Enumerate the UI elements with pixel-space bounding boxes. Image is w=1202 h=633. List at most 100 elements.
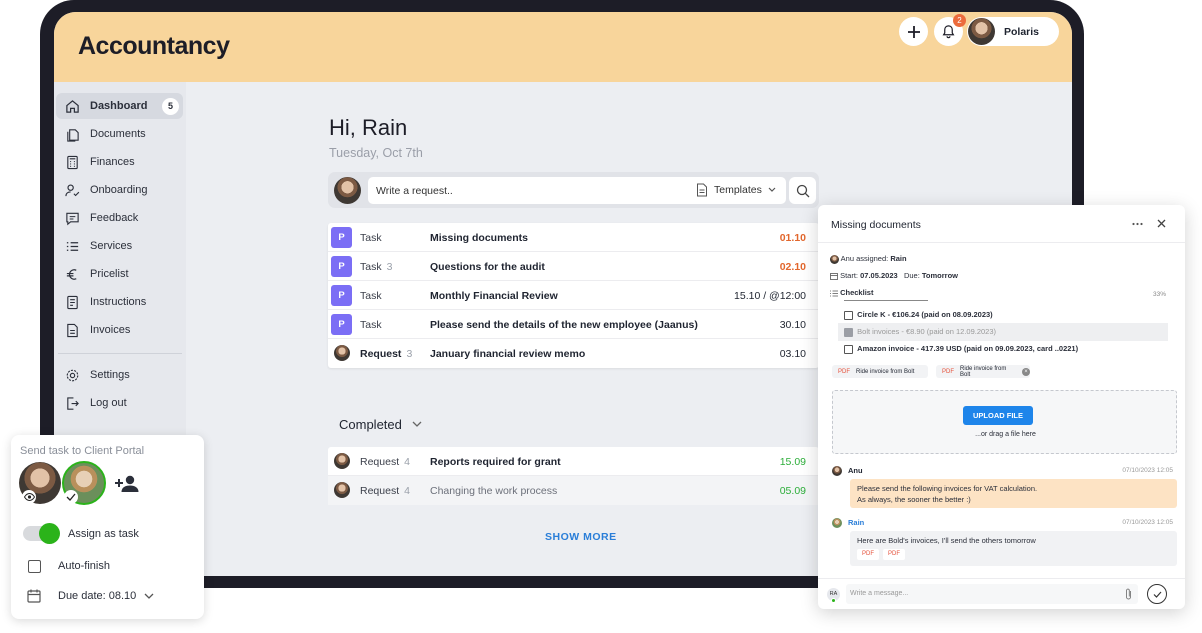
completed-toggle[interactable]: Completed bbox=[339, 417, 422, 432]
checkbox[interactable] bbox=[844, 310, 853, 320]
sidebar-item-services[interactable]: Services bbox=[56, 233, 183, 259]
toggle-knob bbox=[39, 523, 60, 544]
attachment-chip[interactable]: PDF bbox=[883, 549, 905, 560]
remove-attachment-icon[interactable]: × bbox=[1022, 367, 1030, 376]
message-time: 07/10/2023 12:05 bbox=[1122, 467, 1173, 474]
sidebar-item-pricelist[interactable]: Pricelist bbox=[56, 261, 183, 287]
request-input[interactable]: Write a request.. Templates bbox=[368, 177, 786, 204]
sidebar-item-feedback[interactable]: Feedback bbox=[56, 205, 183, 231]
priority-badge: P bbox=[331, 227, 352, 248]
drag-hint: ...or drag a file here bbox=[975, 431, 1036, 438]
sidebar-item-label: Log out bbox=[90, 397, 127, 409]
avatar bbox=[334, 482, 350, 498]
add-user-icon[interactable] bbox=[115, 475, 139, 493]
sidebar-item-settings[interactable]: Settings bbox=[56, 362, 183, 388]
checkbox[interactable] bbox=[844, 344, 853, 354]
table-row[interactable]: Request 4 Changing the work process 05.09 bbox=[328, 476, 819, 505]
sidebar-item-onboarding[interactable]: Onboarding bbox=[56, 177, 183, 203]
sidebar-item-dashboard[interactable]: Dashboard 5 bbox=[56, 93, 183, 119]
invoice-icon bbox=[64, 322, 80, 338]
assign-as-task-toggle[interactable] bbox=[23, 523, 60, 544]
message-input[interactable]: Write a message... bbox=[846, 584, 1138, 604]
avatar bbox=[334, 345, 350, 361]
checklist-item[interactable]: Circle K - €106.24 (paid on 08.09.2023) bbox=[844, 310, 993, 320]
table-row[interactable]: P Task Please send the details of the ne… bbox=[328, 310, 819, 339]
task-type: Task bbox=[360, 232, 382, 244]
message-placeholder: Write a message... bbox=[850, 590, 909, 597]
sidebar-item-invoices[interactable]: Invoices bbox=[56, 317, 183, 343]
euro-icon bbox=[64, 266, 80, 282]
sidebar-item-label: Dashboard bbox=[90, 100, 148, 112]
show-more-button[interactable]: SHOW MORE bbox=[545, 531, 617, 543]
templates-dropdown[interactable]: Templates bbox=[696, 183, 776, 197]
task-type: Task bbox=[360, 290, 382, 302]
task-title: Missing documents bbox=[430, 232, 529, 244]
search-button[interactable] bbox=[789, 177, 816, 204]
greeting: Hi, Rain bbox=[329, 115, 408, 140]
current-date: Tuesday, Oct 7th bbox=[329, 146, 423, 160]
avatar bbox=[832, 466, 842, 476]
chevron-down-icon bbox=[768, 187, 776, 192]
app-title: Accountancy bbox=[78, 32, 230, 60]
sidebar-item-label: Pricelist bbox=[90, 268, 129, 280]
client-portal-card: Send task to Client Portal Assign as tas… bbox=[11, 435, 204, 619]
sidebar-item-documents[interactable]: Documents bbox=[56, 121, 183, 147]
checklist-item[interactable]: Bolt invoices - €8.90 (paid on 12.09.202… bbox=[844, 327, 996, 337]
more-options-icon[interactable] bbox=[1132, 222, 1143, 226]
sidebar-item-logout[interactable]: Log out bbox=[56, 390, 183, 416]
request-placeholder: Write a request.. bbox=[376, 185, 453, 197]
panel-header: Missing documents bbox=[818, 205, 1185, 243]
notifications-button[interactable]: 2 bbox=[934, 14, 966, 46]
due-date-dropdown[interactable]: Due date: 08.10 bbox=[58, 590, 154, 602]
attachment-chip[interactable]: PDF bbox=[857, 549, 879, 560]
task-due-date: 15.10 / @12:00 bbox=[734, 290, 806, 302]
table-row[interactable]: P Task Missing documents 01.10 bbox=[328, 223, 819, 252]
table-row[interactable]: P Task 3 Questions for the audit 02.10 bbox=[328, 252, 819, 281]
sidebar-item-instructions[interactable]: Instructions bbox=[56, 289, 183, 315]
document-lines-icon bbox=[64, 294, 80, 310]
sidebar-item-label: Documents bbox=[90, 128, 146, 140]
attachment-chip[interactable]: PDF Ride invoice from Bolt × bbox=[936, 365, 1030, 378]
request-bar: Write a request.. Templates bbox=[328, 172, 819, 208]
sidebar-item-label: Instructions bbox=[90, 296, 147, 308]
file-drop-zone[interactable]: UPLOAD FILE ...or drag a file here bbox=[832, 390, 1177, 454]
task-type: Task bbox=[360, 319, 382, 331]
task-due-date: 05.09 bbox=[779, 485, 806, 497]
task-title: Reports required for grant bbox=[430, 456, 561, 468]
comment-count: 4 bbox=[404, 456, 410, 468]
attachment-chip[interactable]: PDF Ride invoice from Bolt bbox=[832, 365, 928, 378]
check-icon bbox=[64, 490, 78, 504]
sidebar-item-label: Invoices bbox=[90, 324, 131, 336]
upload-file-button[interactable]: UPLOAD FILE bbox=[963, 406, 1033, 425]
message-composer: RA Write a message... bbox=[818, 578, 1185, 609]
add-button[interactable] bbox=[899, 17, 928, 46]
eye-icon bbox=[22, 490, 36, 504]
paperclip-icon[interactable] bbox=[1125, 588, 1132, 600]
task-due-date: 01.10 bbox=[779, 232, 806, 244]
table-row[interactable]: Request 3 January financial review memo 0… bbox=[328, 339, 819, 368]
sidebar-item-finances[interactable]: Finances bbox=[56, 149, 183, 175]
document-icon bbox=[697, 183, 707, 197]
auto-finish-checkbox[interactable] bbox=[28, 560, 41, 573]
task-due-date: 15.09 bbox=[779, 456, 806, 468]
documents-icon bbox=[64, 126, 80, 142]
table-row[interactable]: P Task Monthly Financial Review 15.10 / … bbox=[328, 281, 819, 310]
checkbox-checked[interactable] bbox=[844, 327, 853, 337]
sidebar-item-label: Settings bbox=[90, 369, 130, 381]
comment-count: 3 bbox=[386, 261, 393, 273]
avatar bbox=[334, 177, 361, 204]
priority-badge: P bbox=[331, 256, 352, 277]
chevron-down-icon bbox=[412, 421, 422, 427]
message-author: Rain bbox=[848, 518, 865, 527]
message-bubble: Please send the following invoices for V… bbox=[850, 479, 1177, 508]
comment-count: 3 bbox=[406, 348, 413, 360]
table-row[interactable]: Request 4 Reports required for grant 15.0… bbox=[328, 447, 819, 476]
user-menu[interactable]: Polaris bbox=[967, 17, 1059, 46]
priority-badge: P bbox=[331, 314, 352, 335]
dates-info: Start: 07.05.2023 Due: Tomorrow bbox=[830, 271, 958, 280]
task-due-date: 02.10 bbox=[779, 261, 806, 273]
close-icon[interactable] bbox=[1157, 219, 1166, 228]
checklist-item[interactable]: Amazon invoice - 417.39 USD (paid on 09.… bbox=[844, 344, 1078, 354]
send-button[interactable] bbox=[1147, 584, 1167, 604]
assign-as-task-label: Assign as task bbox=[68, 528, 139, 540]
